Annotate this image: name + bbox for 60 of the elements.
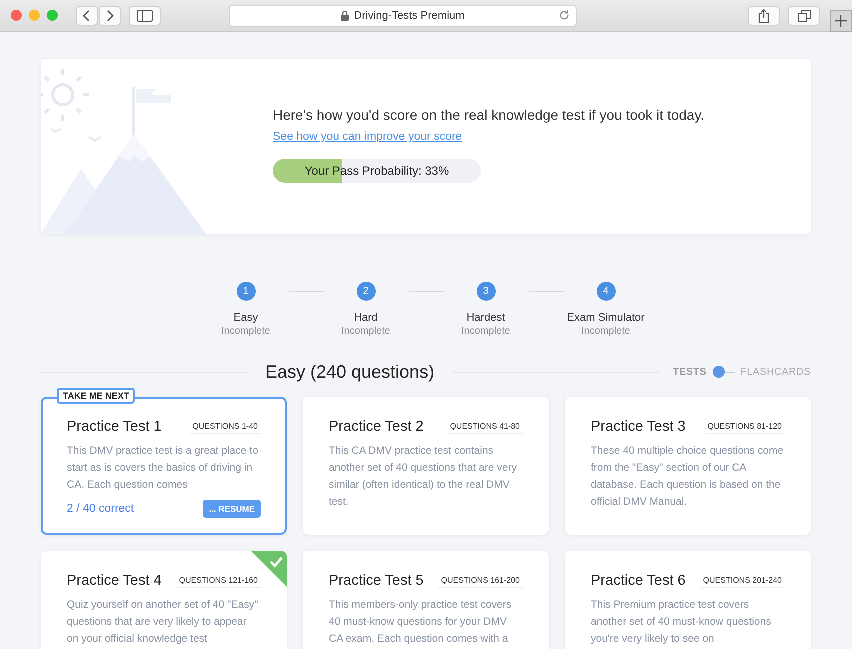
step-label: Hard <box>354 312 378 324</box>
sidebar-button[interactable] <box>129 6 161 26</box>
card-description: Quiz yourself on another set of 40 "Easy" questions that are very likely to appear on your official knowledge test <box>67 598 260 647</box>
back-button[interactable] <box>76 6 98 26</box>
card-title: Practice Test 5 <box>329 573 424 589</box>
section-title: Easy (240 questions) <box>265 362 435 382</box>
practice-test-card[interactable]: Practice Test 2 QUESTIONS 41-80 This CA DMV practice test contains another set of 40 questions that are very similar (often identical) to the real DMV test. <box>303 397 549 535</box>
step-number[interactable]: 2 <box>356 282 376 301</box>
practice-test-card[interactable]: Practice Test 3 QUESTIONS 81-120 These 40 multiple choice questions come from the "Easy" section of our CA database. Each question is based on the official DMV Manual. <box>565 397 811 535</box>
practice-test-card[interactable]: Practice Test 6 QUESTIONS 201-240 This Premium practice test covers another set of 40 must-know questions you're very likely to see on <box>565 551 811 649</box>
step-label: Exam Simulator <box>567 312 645 324</box>
card-title: Practice Test 3 <box>591 419 686 435</box>
card-description: These 40 multiple choice questions come from the "Easy" section of our CA database. Each question is based on the official DMV Manual. <box>591 444 785 510</box>
step-status: Incomplete <box>582 326 630 337</box>
share-button[interactable] <box>748 6 780 26</box>
step-status: Incomplete <box>342 326 390 337</box>
question-range: QUESTIONS 81-120 <box>704 420 785 434</box>
step-label: Hardest <box>466 312 506 324</box>
step-status: Incomplete <box>462 326 510 337</box>
step-status: Incomplete <box>222 326 270 337</box>
address-bar[interactable]: Driving-Tests Premium <box>229 4 577 26</box>
share-icon <box>758 8 770 22</box>
tabs-icon <box>798 10 810 22</box>
tests-toggle-label[interactable]: TESTS <box>673 366 707 378</box>
new-tab-button[interactable] <box>830 10 852 32</box>
card-description: This DMV practice test is a great place to start as is covers the basics of driving in CA. Each question comes <box>67 444 260 493</box>
question-range: QUESTIONS 41-80 <box>447 420 523 434</box>
sidebar-icon <box>137 10 153 22</box>
question-range: QUESTIONS 201-240 <box>700 574 785 588</box>
improve-score-link[interactable]: See how you can improve your score <box>273 131 462 143</box>
take-me-next-badge: TAKE ME NEXT <box>57 388 136 404</box>
card-title: Practice Test 2 <box>329 419 424 435</box>
card-description: This CA DMV practice test contains another set of 40 questions that are very similar (often identical) to the real DMV test. <box>329 444 518 510</box>
progress-text: 2 / 40 correct <box>67 503 134 515</box>
card-title: Practice Test 1 <box>67 419 162 435</box>
score-heading: Here's how you'd score on the real knowledge test if you took it today. <box>273 107 705 123</box>
practice-test-card[interactable]: Practice Test 4 QUESTIONS 121-160 Quiz yourself on another set of 40 "Easy" questions that are very likely to appear on your official knowledge test <box>41 551 287 649</box>
plus-icon <box>835 15 847 27</box>
step-number[interactable]: 1 <box>236 282 256 301</box>
resume-button[interactable]: ... RESUME <box>203 500 261 518</box>
card-title: Practice Test 4 <box>67 573 162 589</box>
step-number[interactable]: 3 <box>476 282 496 301</box>
card-description: This members-only practice test covers 40 must-know questions for your DMV CA exam. Each question comes with a <box>329 598 513 647</box>
question-range: QUESTIONS 1-40 <box>190 420 261 434</box>
question-range: QUESTIONS 161-200 <box>438 574 523 588</box>
card-title: Practice Test 6 <box>591 573 686 589</box>
tabs-button[interactable] <box>788 6 820 26</box>
question-range: QUESTIONS 121-160 <box>176 574 261 588</box>
reload-icon[interactable] <box>559 10 570 20</box>
view-switch[interactable] <box>712 366 735 378</box>
forward-button[interactable] <box>99 6 121 26</box>
lock-icon <box>341 10 350 20</box>
step-number[interactable]: 4 <box>596 282 616 301</box>
forward-icon <box>106 10 114 22</box>
practice-test-card[interactable]: Practice Test 5 QUESTIONS 161-200 This members-only practice test covers 40 must-know questions for your DMV CA exam. Each question comes with a <box>303 551 549 649</box>
page-title: Driving-Tests Premium <box>354 10 465 22</box>
back-icon <box>83 10 91 22</box>
step-label: Easy <box>234 312 258 324</box>
card-description: This Premium practice test covers another set of 40 must-know questions you're very likely to see on <box>591 598 772 647</box>
flashcards-toggle-label[interactable]: FLASHCARDS <box>740 366 812 378</box>
